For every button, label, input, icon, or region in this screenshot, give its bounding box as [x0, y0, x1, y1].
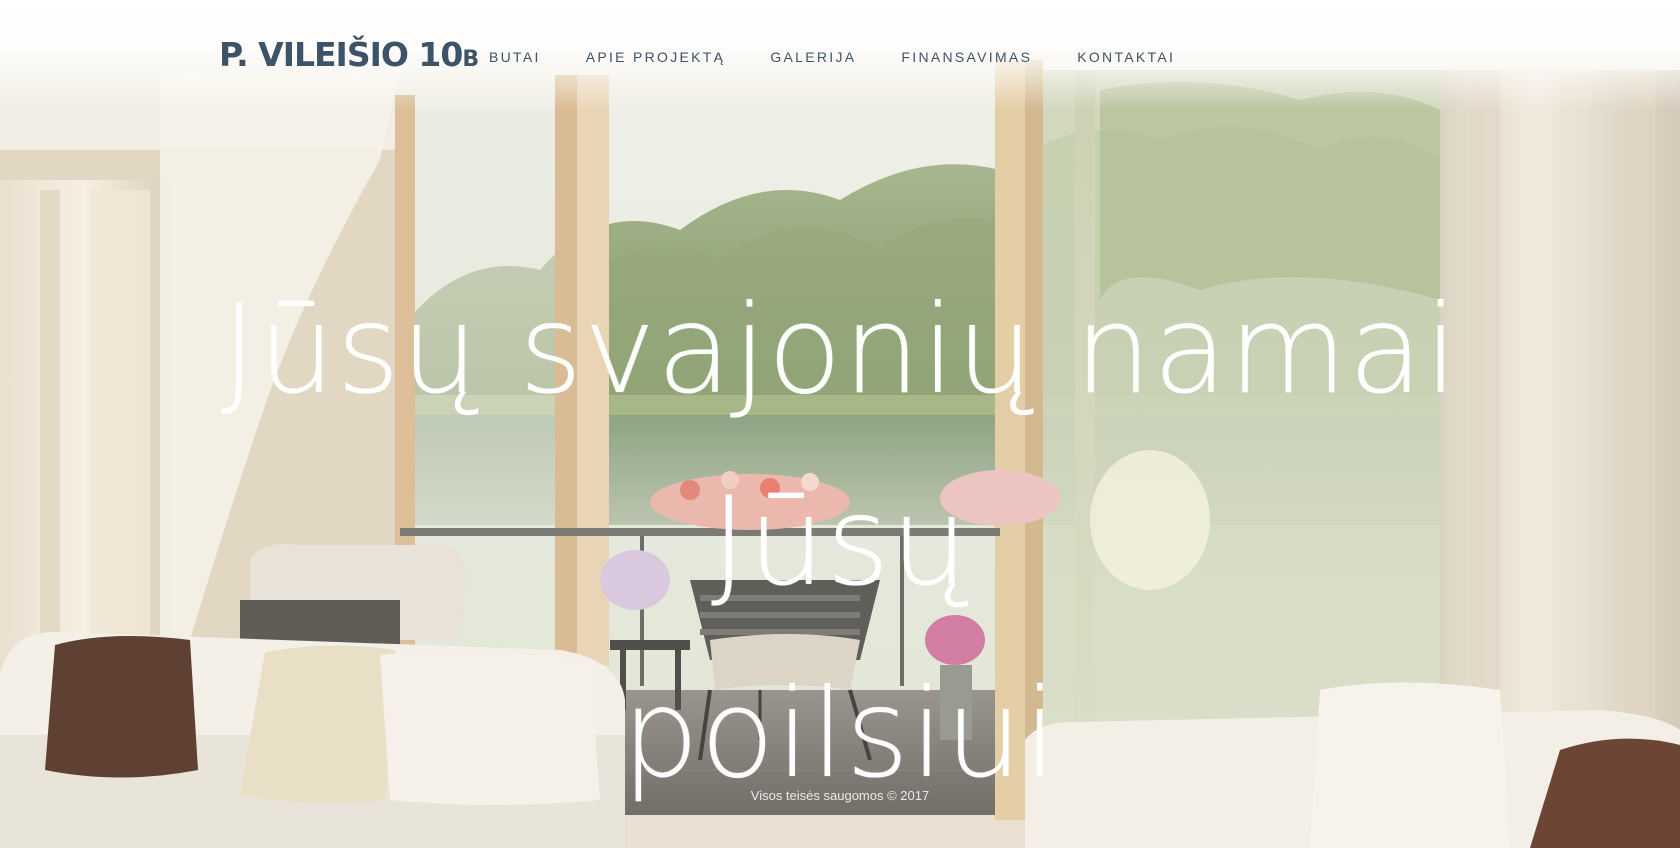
- nav-link-kontaktai[interactable]: KONTAKTAI: [1077, 49, 1175, 65]
- main-navigation: BUTAI APIE PROJEKTĄ GALERIJA FINANSAVIMA…: [489, 49, 1220, 65]
- nav-link-finansavimas[interactable]: FINANSAVIMAS: [901, 49, 1032, 65]
- hero-headline-line-2: poilsiui: [621, 663, 1059, 805]
- logo-main-text: P. VILEIŠIO 10: [219, 35, 463, 74]
- nav-link-butai[interactable]: BUTAI: [489, 49, 541, 65]
- site-logo[interactable]: P. VILEIŠIO 10B: [219, 35, 479, 74]
- nav-link-galerija[interactable]: GALERIJA: [770, 49, 856, 65]
- hero-headline-line-1: Jūsų svajonių namai Jūsų: [221, 279, 1459, 613]
- site-header: P. VILEIŠIO 10B BUTAI APIE PROJEKTĄ GALE…: [0, 0, 1680, 110]
- site-footer: Visos teisės saugomos © 2017: [0, 788, 1680, 803]
- copyright-text: Visos teisės saugomos © 2017: [750, 788, 930, 803]
- nav-link-apie-projekta[interactable]: APIE PROJEKTĄ: [586, 49, 726, 65]
- logo-suffix-text: B: [462, 47, 480, 72]
- hero-headline: Jūsų svajonių namai Jūsų poilsiui: [110, 254, 1570, 830]
